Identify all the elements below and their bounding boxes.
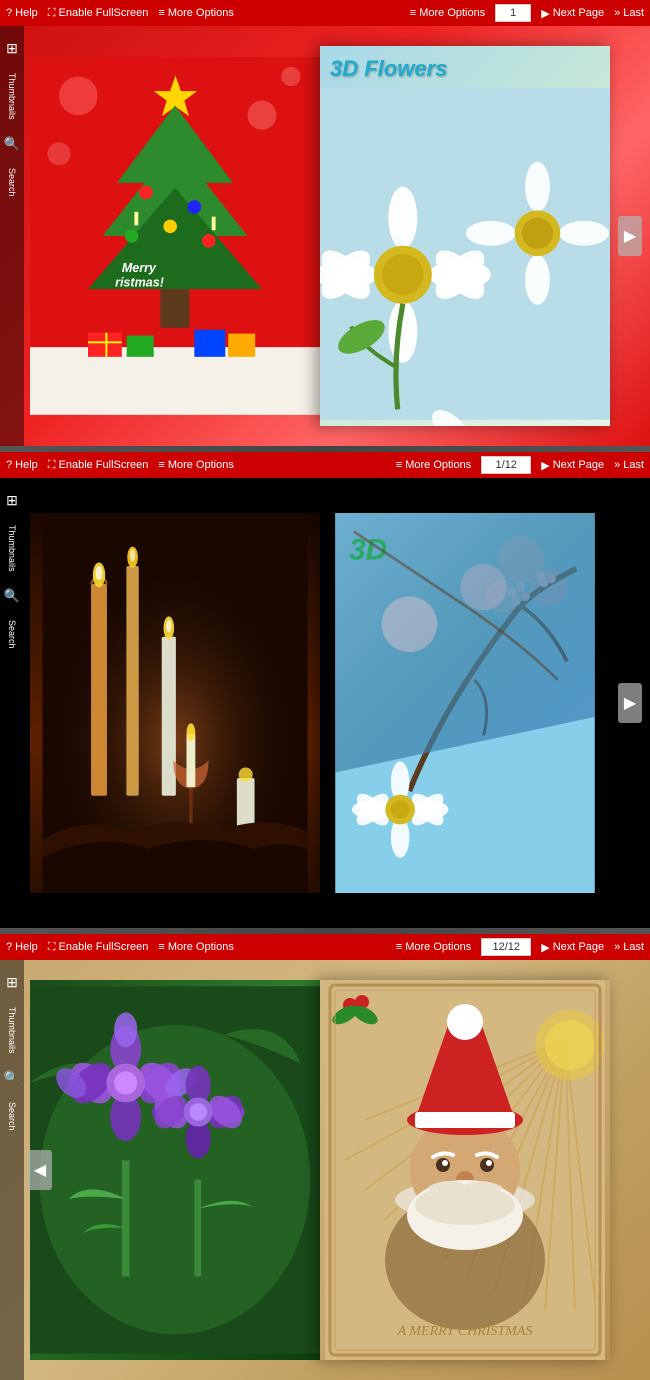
next-page-btn-3[interactable]: ▶ Next Page bbox=[541, 941, 604, 954]
thumbnails-label-3[interactable]: Thumbnails bbox=[7, 1007, 17, 1054]
book-area-1: Merry ristmas! 3D Flowers bbox=[0, 26, 650, 446]
more-options-btn-2b[interactable]: ≡ More Options bbox=[396, 459, 471, 471]
grid-icon-2[interactable]: ⊞ bbox=[6, 492, 18, 509]
fullscreen-icon-1: ⛶ bbox=[48, 7, 56, 20]
options-icon-1b: ≡ bbox=[410, 7, 416, 19]
page-input-2[interactable] bbox=[481, 456, 531, 474]
fullscreen-icon-2: ⛶ bbox=[48, 459, 56, 472]
svg-text:A MERRY CHRISTMAS: A MERRY CHRISTMAS bbox=[397, 1324, 533, 1339]
side-nav-2: ⊞ Thumbnails 🔍 Search bbox=[0, 478, 24, 928]
next-icon-3: ▶ bbox=[541, 941, 549, 954]
page-left-1: Merry ristmas! bbox=[30, 46, 320, 426]
nav-arrow-left-3[interactable]: ◀ bbox=[28, 1150, 52, 1190]
grid-icon-3[interactable]: ⊞ bbox=[6, 974, 18, 991]
more-options-btn-2a[interactable]: ≡ More Options bbox=[158, 459, 233, 471]
daisy-container-1 bbox=[320, 82, 610, 426]
fullscreen-btn-1[interactable]: ⛶ Enable FullScreen bbox=[48, 7, 149, 20]
page-input-3[interactable] bbox=[481, 938, 531, 956]
page-right-3: A MERRY CHRISTMAS bbox=[320, 980, 610, 1360]
viewer-panel-2: ⊞ Thumbnails 🔍 Search bbox=[0, 478, 650, 928]
search-icon-2[interactable]: 🔍 bbox=[4, 588, 20, 604]
last-btn-1[interactable]: » Last bbox=[614, 7, 644, 19]
book-area-2: 3D bbox=[0, 478, 650, 928]
page-right-2: 3D bbox=[320, 513, 610, 893]
fullscreen-btn-3[interactable]: ⛶ Enable FullScreen bbox=[48, 941, 149, 954]
search-label-1[interactable]: Search bbox=[7, 168, 17, 197]
thumbnails-label-1[interactable]: Thumbnails bbox=[7, 73, 17, 120]
svg-text:Merry: Merry bbox=[122, 261, 157, 275]
flowers-title-1: 3D Flowers bbox=[320, 56, 447, 82]
more-options-btn-1b[interactable]: ≡ More Options bbox=[410, 7, 485, 19]
last-icon-1: » bbox=[614, 7, 620, 19]
page-left-3 bbox=[30, 980, 320, 1360]
nav-arrow-right-2[interactable]: ▶ bbox=[618, 683, 642, 723]
page-input-1[interactable] bbox=[495, 4, 531, 22]
options-icon-1a: ≡ bbox=[158, 7, 164, 19]
book-area-3: A MERRY CHRISTMAS bbox=[0, 960, 650, 1380]
viewer-panel-3: ⊞ Thumbnails 🔍 Search bbox=[0, 960, 650, 1380]
next-page-btn-1[interactable]: ▶ Next Page bbox=[541, 7, 604, 20]
nav-arrow-right-1[interactable]: ▶ bbox=[618, 216, 642, 256]
side-nav-1: ⊞ Thumbnails 🔍 Search bbox=[0, 26, 24, 446]
search-label-3[interactable]: Search bbox=[7, 1102, 17, 1131]
page-right-1: 3D Flowers bbox=[320, 46, 610, 426]
more-options-btn-3b[interactable]: ≡ More Options bbox=[396, 941, 471, 953]
help-btn-1[interactable]: ? Help bbox=[6, 7, 38, 19]
search-icon-3[interactable]: 🔍 bbox=[4, 1070, 20, 1086]
next-icon-1: ▶ bbox=[541, 7, 549, 20]
search-icon-1[interactable]: 🔍 bbox=[4, 136, 20, 152]
next-icon-2: ▶ bbox=[541, 459, 549, 472]
search-label-2[interactable]: Search bbox=[7, 620, 17, 649]
last-icon-3: » bbox=[614, 941, 620, 953]
toolbar-1: ? Help ⛶ Enable FullScreen ≡ More Option… bbox=[0, 0, 650, 26]
viewer-panel-1: ⊞ Thumbnails 🔍 Search bbox=[0, 26, 650, 446]
fullscreen-btn-2[interactable]: ⛶ Enable FullScreen bbox=[48, 459, 149, 472]
more-options-btn-1a[interactable]: ≡ More Options bbox=[158, 7, 233, 19]
svg-text:ristmas!: ristmas! bbox=[115, 275, 164, 289]
options-icon-2b: ≡ bbox=[396, 459, 402, 471]
toolbar-3: ? Help ⛶ Enable FullScreen ≡ More Option… bbox=[0, 934, 650, 960]
options-icon-2a: ≡ bbox=[158, 459, 164, 471]
next-page-btn-2[interactable]: ▶ Next Page bbox=[541, 459, 604, 472]
last-btn-2[interactable]: » Last bbox=[614, 459, 644, 471]
side-nav-3: ⊞ Thumbnails 🔍 Search bbox=[0, 960, 24, 1380]
more-options-btn-3a[interactable]: ≡ More Options bbox=[158, 941, 233, 953]
fullscreen-icon-3: ⛶ bbox=[48, 941, 56, 954]
thumbnails-label-2[interactable]: Thumbnails bbox=[7, 525, 17, 572]
help-btn-2[interactable]: ? Help bbox=[6, 459, 38, 471]
last-btn-3[interactable]: » Last bbox=[614, 941, 644, 953]
page-left-2 bbox=[30, 513, 320, 893]
help-btn-3[interactable]: ? Help bbox=[6, 941, 38, 953]
options-icon-3a: ≡ bbox=[158, 941, 164, 953]
last-icon-2: » bbox=[614, 459, 620, 471]
options-icon-3b: ≡ bbox=[396, 941, 402, 953]
toolbar-2: ? Help ⛶ Enable FullScreen ≡ More Option… bbox=[0, 452, 650, 478]
grid-icon-1[interactable]: ⊞ bbox=[6, 40, 18, 57]
